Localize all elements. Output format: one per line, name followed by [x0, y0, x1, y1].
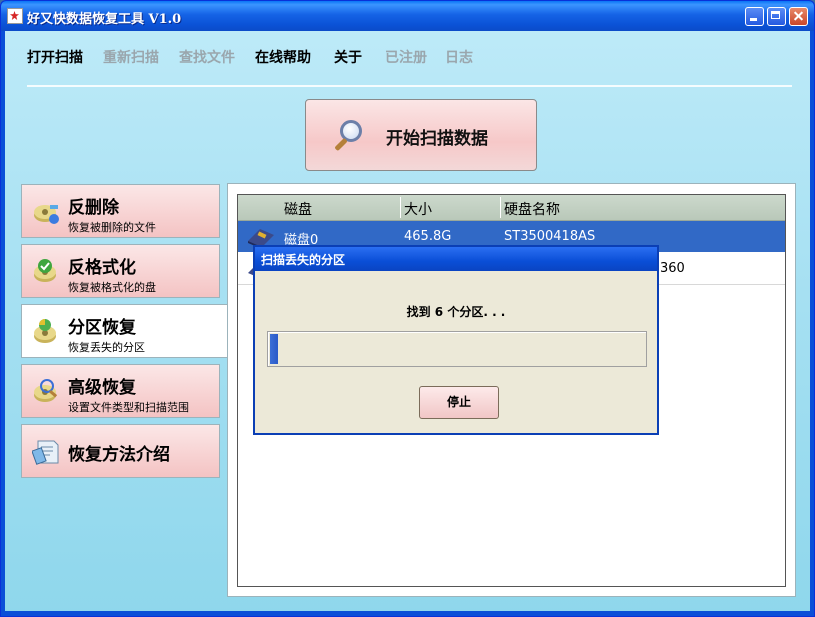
sidebar-item-recovery-guide[interactable]: 恢复方法介绍 — [21, 424, 220, 478]
dialog-message: 找到 6 个分区. . . — [406, 305, 506, 319]
menu-find-files[interactable]: 查找文件 — [179, 47, 235, 67]
app-window: 好又快数据恢复工具 V1.0 打开扫描 重新扫描 查找文件 在线帮助 关于 已注… — [0, 0, 815, 617]
window-title: 好又快数据恢复工具 V1.0 — [27, 12, 182, 27]
minimize-button[interactable] — [745, 7, 764, 26]
sidebar-item-subtitle: 恢复被格式化的盘 — [68, 281, 156, 294]
menu-registered[interactable]: 已注册 — [385, 47, 427, 67]
scan-partitions-dialog: 扫描丢失的分区 找到 6 个分区. . . 停止 — [253, 245, 659, 435]
sidebar-item-title: 分区恢复 — [68, 318, 136, 338]
menu-rescan[interactable]: 重新扫描 — [103, 47, 159, 67]
window-bottom-border — [5, 611, 810, 614]
sidebar-item-advanced-recovery[interactable]: 高级恢复 设置文件类型和扫描范围 — [21, 364, 220, 418]
start-scan-label: 开始扫描数据 — [386, 129, 488, 149]
sidebar-item-title: 反格式化 — [68, 258, 136, 278]
partition-icon — [34, 319, 56, 343]
scan-progress-fill — [270, 334, 278, 364]
column-header-size[interactable]: 大小 — [404, 199, 432, 219]
sidebar-item-partition-recovery[interactable]: 分区恢复 恢复丢失的分区 — [21, 304, 227, 358]
guide-icon — [32, 440, 59, 465]
sidebar-item-title: 反删除 — [68, 198, 119, 218]
cell-size: 465.8G — [404, 229, 452, 244]
column-header-disk[interactable]: 磁盘 — [284, 199, 312, 219]
maximize-button[interactable] — [767, 7, 786, 26]
sidebar-item-subtitle: 设置文件类型和扫描范围 — [68, 401, 189, 414]
sidebar-item-unformat[interactable]: 反格式化 恢复被格式化的盘 — [21, 244, 220, 298]
advanced-icon — [34, 379, 58, 402]
title-bar[interactable]: 好又快数据恢复工具 V1.0 — [1, 1, 814, 31]
undelete-icon — [34, 205, 59, 224]
dialog-title: 扫描丢失的分区 — [261, 253, 346, 267]
menu-divider — [27, 85, 792, 87]
dialog-title-bar[interactable]: 扫描丢失的分区 — [255, 247, 657, 271]
app-icon — [7, 8, 23, 24]
menu-online-help[interactable]: 在线帮助 — [255, 47, 311, 67]
client-area: 打开扫描 重新扫描 查找文件 在线帮助 关于 已注册 日志 开始扫描数据 反删除… — [5, 31, 810, 614]
menu-log[interactable]: 日志 — [445, 47, 473, 67]
close-button[interactable] — [789, 7, 808, 26]
menu-about[interactable]: 关于 — [334, 47, 362, 67]
start-scan-button[interactable]: 开始扫描数据 — [305, 99, 537, 171]
sidebar-item-title: 高级恢复 — [68, 378, 136, 398]
scan-progress-bar — [267, 331, 647, 367]
unformat-icon — [34, 259, 56, 282]
stop-button[interactable]: 停止 — [419, 386, 499, 419]
cell-drive-name: 360 — [660, 261, 685, 276]
sidebar-item-title: 恢复方法介绍 — [68, 445, 170, 465]
column-header-drive-name[interactable]: 硬盘名称 — [504, 199, 560, 219]
menu-open-scan[interactable]: 打开扫描 — [27, 47, 83, 67]
cell-drive-name: ST3500418AS — [504, 229, 596, 244]
sidebar-item-undelete[interactable]: 反删除 恢复被删除的文件 — [21, 184, 220, 238]
sidebar-item-subtitle: 恢复丢失的分区 — [68, 341, 145, 354]
disk-list-header: 磁盘 大小 硬盘名称 — [238, 195, 785, 221]
sidebar-item-subtitle: 恢复被删除的文件 — [68, 221, 156, 234]
